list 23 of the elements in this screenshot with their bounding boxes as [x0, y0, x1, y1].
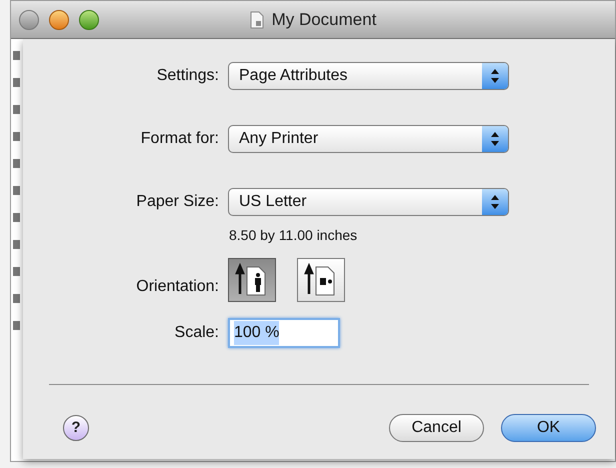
updown-arrows-icon — [490, 131, 500, 147]
cancel-button[interactable]: Cancel — [389, 414, 484, 442]
scale-label: Scale: — [174, 323, 219, 343]
help-button[interactable]: ? — [63, 415, 89, 441]
window-title: My Document — [272, 9, 376, 32]
ok-button[interactable]: OK — [501, 414, 596, 442]
portrait-button[interactable] — [228, 258, 276, 302]
field-label: Format for: — [140, 129, 219, 149]
close-button[interactable] — [19, 10, 39, 30]
field-label: Settings: — [156, 66, 219, 86]
document-icon — [250, 11, 264, 29]
landscape-button[interactable] — [297, 258, 345, 302]
scale-field[interactable]: 100 % — [228, 318, 340, 348]
minimize-button[interactable] — [49, 10, 69, 30]
zoom-button[interactable] — [79, 10, 99, 30]
updown-arrows-icon — [490, 194, 500, 210]
paper-size-text: 8.50 by 11.00 inches — [229, 227, 358, 243]
field-label: Paper Size: — [135, 192, 219, 212]
updown-arrows-icon — [490, 68, 500, 84]
orientation-label: Orientation: — [135, 277, 219, 297]
popup-menu[interactable]: Any Printer — [228, 125, 509, 153]
popup-menu[interactable]: Page Attributes — [228, 62, 509, 90]
popup-menu[interactable]: US Letter — [228, 188, 509, 216]
